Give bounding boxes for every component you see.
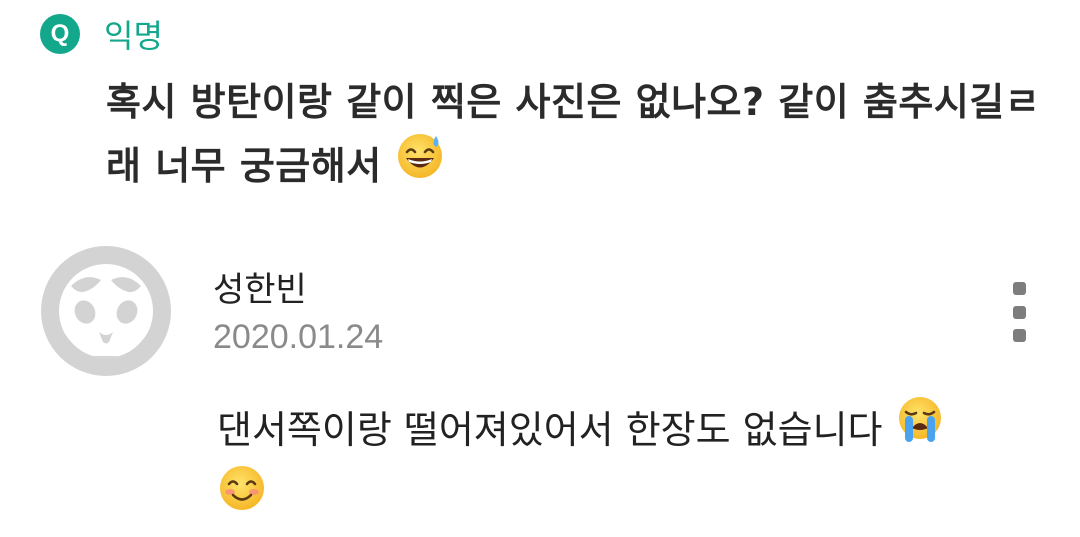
question-text: 혹시 방탄이랑 같이 찍은 사진은 없나오? 같이 춤추시길ㄹ래 너무 궁금해서 [106, 80, 1041, 188]
question-author: 익명 [104, 17, 163, 55]
answer-text: 댄서쪽이랑 떨어져있어서 한장도 없습니다 [217, 408, 883, 452]
more-dot [1012, 329, 1026, 342]
more-dot [1012, 305, 1026, 319]
grinning-sweat-emoji-icon [395, 130, 445, 199]
question-badge: Q [40, 14, 80, 54]
loudly-crying-emoji-icon [895, 394, 945, 463]
question-body: 혹시 방탄이랑 같이 찍은 사진은 없나오? 같이 춤추시길ㄹ래 너무 궁금해서 [106, 70, 1066, 203]
smiling-blush-emoji-icon [217, 463, 267, 532]
answer-body: 댄서쪽이랑 떨어져있어서 한장도 없습니다 [217, 397, 957, 536]
more-dot [1012, 282, 1026, 295]
answer-date: 2020.01.24 [213, 318, 384, 356]
more-vertical-icon[interactable] [1002, 282, 1036, 342]
default-panda-avatar-icon[interactable] [41, 246, 171, 376]
question-header: Q 익명 [40, 12, 163, 56]
answerer-name[interactable]: 성한빈 [213, 262, 307, 311]
